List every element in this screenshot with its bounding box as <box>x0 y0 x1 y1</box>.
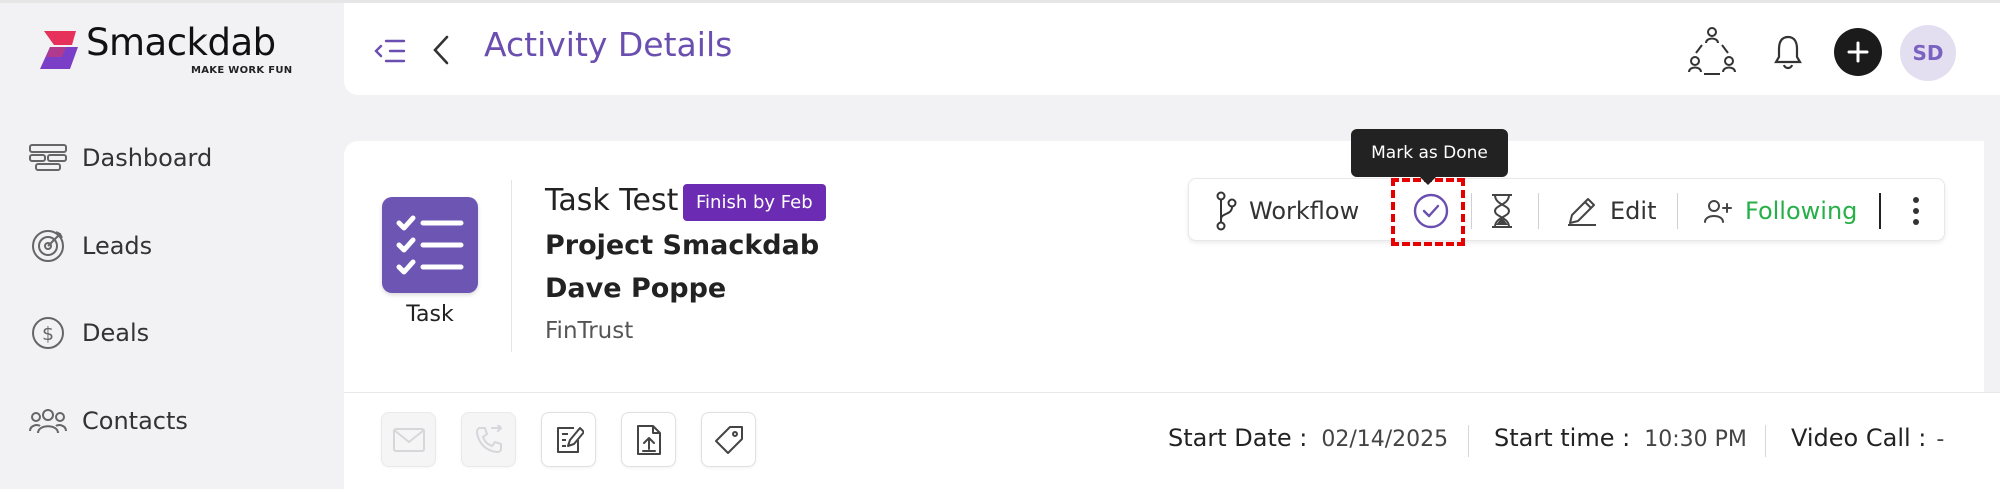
add-button[interactable] <box>1834 28 1882 76</box>
contact-name[interactable]: Dave Poppe <box>545 273 726 304</box>
project-name[interactable]: Project Smackdab <box>545 230 819 261</box>
start-time-label: Start time : <box>1494 424 1631 452</box>
tag-icon <box>714 425 743 454</box>
chevron-left-icon <box>433 35 449 65</box>
hourglass-icon <box>1492 193 1512 228</box>
brand-name: Smackdab <box>86 21 276 64</box>
email-button[interactable] <box>381 412 436 467</box>
bell-icon <box>1774 35 1802 70</box>
page-title: Activity Details <box>484 25 733 64</box>
mark-as-done-tooltip: Mark as Done <box>1351 129 1508 185</box>
divider <box>511 180 512 352</box>
divider <box>1468 425 1469 457</box>
pencil-icon <box>1568 197 1596 226</box>
note-edit-icon <box>556 426 584 453</box>
svg-text:$: $ <box>42 323 54 345</box>
menu-collapse-icon <box>374 39 406 63</box>
brand-tagline: MAKE WORK FUN <box>191 65 293 76</box>
activity-title: Task Test <box>545 183 679 218</box>
phone-icon <box>475 424 502 453</box>
call-button[interactable] <box>461 412 516 467</box>
video-call: Video Call : - <box>1791 424 1944 452</box>
target-icon <box>28 226 68 266</box>
sidebar-item-label: Leads <box>82 232 153 260</box>
start-date-label: Start Date : <box>1168 424 1308 452</box>
checklist-icon <box>396 215 464 275</box>
more-options-button[interactable] <box>1902 179 1930 242</box>
toolbar-divider <box>1879 193 1881 229</box>
sidebar-item-dashboard[interactable]: Dashboard <box>28 136 212 180</box>
collapse-sidebar-button[interactable] <box>370 33 410 69</box>
top-header: Activity Details SD <box>344 3 2000 95</box>
sidebar-item-deals[interactable]: $ Deals <box>28 311 149 355</box>
upload-button[interactable] <box>621 412 676 467</box>
start-date: Start Date : 02/14/2025 <box>1168 424 1448 452</box>
contacts-icon <box>28 401 68 441</box>
user-avatar[interactable]: SD <box>1900 25 1956 81</box>
brand-logo[interactable]: Smackdab MAKE WORK FUN <box>36 21 296 83</box>
activity-toolbar: Workflow Edit Following <box>1188 178 1945 241</box>
logo-mark-icon <box>40 31 78 69</box>
edit-label: Edit <box>1610 196 1657 225</box>
sidebar-item-label: Contacts <box>82 407 188 435</box>
sidebar-item-contacts[interactable]: Contacts <box>28 399 188 443</box>
start-time: Start time : 10:30 PM <box>1494 424 1747 452</box>
highlight-box <box>1391 178 1465 246</box>
video-call-label: Video Call : <box>1791 424 1927 452</box>
dollar-icon: $ <box>28 313 68 353</box>
tag-button[interactable] <box>701 412 756 467</box>
toolbar-divider <box>1538 193 1539 229</box>
start-time-value: 10:30 PM <box>1644 427 1747 452</box>
workflow-label: Workflow <box>1249 196 1360 225</box>
following-button[interactable]: Following <box>1703 179 1857 242</box>
edit-button[interactable]: Edit <box>1566 179 1656 242</box>
snooze-button[interactable] <box>1486 179 1518 242</box>
team-button[interactable] <box>1684 23 1740 79</box>
note-button[interactable] <box>541 412 596 467</box>
mail-icon <box>392 427 425 452</box>
user-follow-icon <box>1704 199 1732 223</box>
due-badge: Finish by Feb <box>683 184 826 221</box>
team-network-icon <box>1688 27 1736 75</box>
sidebar: Smackdab MAKE WORK FUN Dashboard Leads $… <box>0 3 344 489</box>
dashboard-icon <box>28 138 68 178</box>
toolbar-divider <box>1677 193 1678 229</box>
task-type-icon <box>382 197 478 293</box>
plus-icon <box>1847 41 1869 63</box>
sidebar-item-leads[interactable]: Leads <box>28 224 152 268</box>
notifications-button[interactable] <box>1766 29 1810 75</box>
following-label: Following <box>1745 196 1858 225</box>
start-date-value: 02/14/2025 <box>1321 427 1449 452</box>
more-vertical-icon <box>1913 196 1919 225</box>
file-upload-icon <box>636 424 661 455</box>
branch-icon <box>1216 191 1237 230</box>
sidebar-item-label: Dashboard <box>82 144 213 172</box>
sidebar-item-label: Deals <box>82 319 150 347</box>
activity-type-label: Task <box>406 302 454 327</box>
divider <box>1765 425 1766 457</box>
workflow-button[interactable]: Workflow <box>1215 179 1359 242</box>
company-name[interactable]: FinTrust <box>545 318 633 344</box>
toolbar-divider <box>1471 193 1472 229</box>
back-button[interactable] <box>426 31 456 69</box>
video-call-value: - <box>1936 427 1945 452</box>
